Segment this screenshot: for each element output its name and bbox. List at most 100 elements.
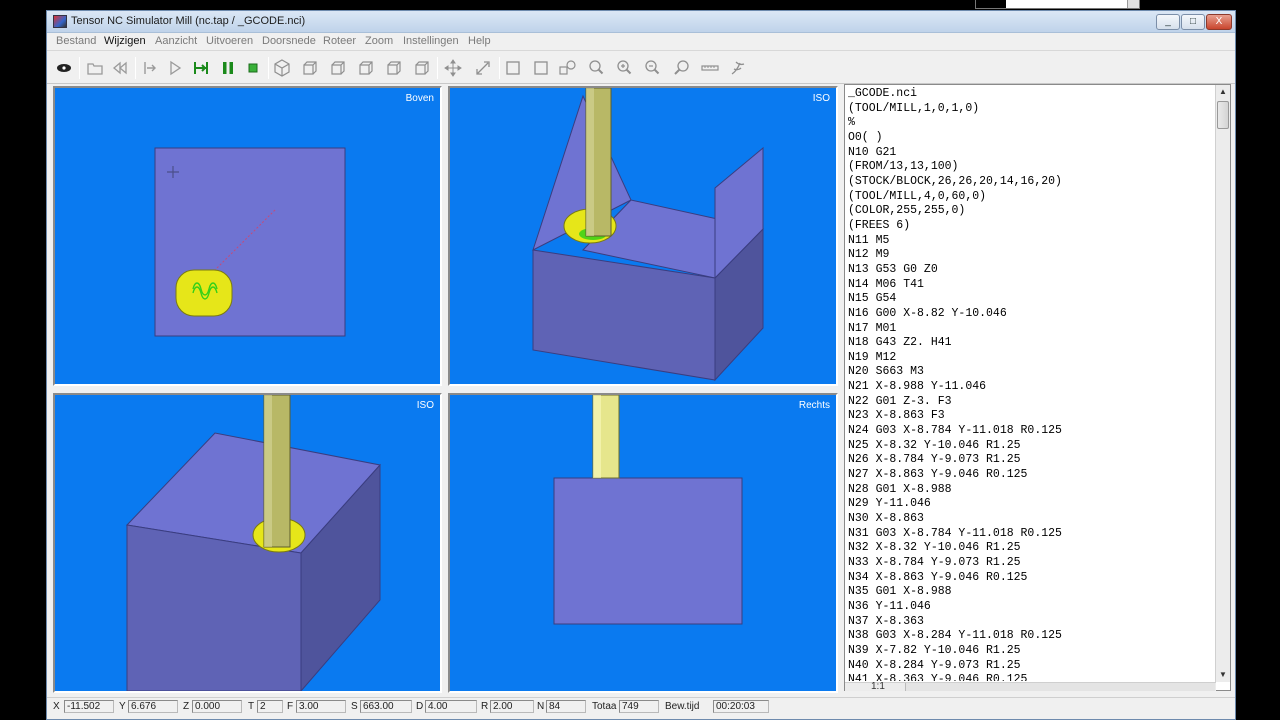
menu-doorsnede[interactable]: Doorsnede [262, 35, 316, 47]
gcode-listing[interactable]: _GCODE.nci (TOOL/MILL,1,0,1,0)% O0( ) N10 G… [848, 87, 1216, 681]
spindle-speed: 663.00 [360, 700, 412, 713]
x-coordinate: -11.502 [64, 700, 114, 713]
gcode-line[interactable]: N13 G53 G0 Z0 [848, 263, 1216, 278]
chevron-down-icon[interactable] [1127, 0, 1139, 8]
gcode-line[interactable]: N23 X-8.863 F3 [848, 409, 1216, 424]
gcode-line[interactable]: N12 M9 [848, 248, 1216, 263]
gcode-line[interactable]: N31 G03 X-8.784 Y-11.018 R0.125 [848, 527, 1216, 542]
menu-help[interactable]: Help [468, 35, 491, 47]
zoom-in-icon[interactable] [613, 57, 635, 79]
gcode-scrollbar[interactable]: ▲ ▼ [1215, 85, 1230, 682]
gcode-line[interactable]: N16 G00 X-8.82 Y-10.046 [848, 307, 1216, 322]
settings-icon[interactable] [727, 57, 749, 79]
measure-icon[interactable] [699, 57, 721, 79]
gcode-line[interactable]: N20 S663 M3 [848, 365, 1216, 380]
gcode-line[interactable]: N41 X-8.363 Y-9.046 R0.125 [848, 673, 1216, 681]
viewport-top[interactable]: Boven [53, 86, 442, 386]
zoom-fit-icon[interactable] [557, 57, 579, 79]
gcode-line[interactable]: N39 X-7.82 Y-10.046 R1.25 [848, 644, 1216, 659]
left-view-icon[interactable] [355, 57, 377, 79]
rewind-icon[interactable] [109, 57, 131, 79]
view-eye-icon[interactable] [53, 57, 75, 79]
gcode-line[interactable]: N15 G54 [848, 292, 1216, 307]
gcode-line[interactable]: (COLOR,255,255,0) [848, 204, 1216, 219]
external-combo-box[interactable] [975, 0, 1140, 9]
gcode-line[interactable]: N29 Y-11.046 [848, 497, 1216, 512]
viewport-label: ISO [416, 400, 434, 411]
scroll-up-icon[interactable]: ▲ [1216, 85, 1230, 99]
gcode-line[interactable]: O0( ) [848, 131, 1216, 146]
stop-icon[interactable] [242, 57, 264, 79]
menu-wijzigen[interactable]: Wijzigen [104, 35, 146, 47]
pocket-cut [175, 269, 233, 317]
minimize-button[interactable]: _ [1156, 14, 1180, 30]
gcode-line[interactable]: N40 X-8.284 Y-9.073 R1.25 [848, 659, 1216, 674]
gcode-line[interactable]: N38 G03 X-8.284 Y-11.018 R0.125 [848, 629, 1216, 644]
zoom-icon[interactable] [585, 57, 607, 79]
gcode-line[interactable]: N10 G21 [848, 146, 1216, 161]
gcode-line[interactable]: N27 X-8.863 Y-9.046 R0.125 [848, 468, 1216, 483]
gcode-line[interactable]: (TOOL/MILL,1,0,1,0) [848, 102, 1216, 117]
top-view-icon[interactable] [411, 57, 433, 79]
zoom-window-icon[interactable] [502, 57, 524, 79]
pause-icon[interactable] [217, 57, 239, 79]
gcode-line[interactable]: N35 G01 X-8.988 [848, 585, 1216, 600]
right-view-icon[interactable] [383, 57, 405, 79]
menu-zoom[interactable]: Zoom [365, 35, 393, 47]
step-icon[interactable] [190, 57, 212, 79]
gcode-line[interactable]: N37 X-8.363 [848, 615, 1216, 630]
viewport-right[interactable]: Rechts [448, 393, 838, 693]
tool-diameter: 4.00 [425, 700, 477, 713]
gcode-line[interactable]: N33 X-8.784 Y-9.073 R1.25 [848, 556, 1216, 571]
play-icon[interactable] [164, 57, 186, 79]
gcode-line[interactable]: % [848, 116, 1216, 131]
gcode-line[interactable]: N14 M06 T41 [848, 278, 1216, 293]
close-button[interactable]: X [1206, 14, 1232, 30]
gcode-line[interactable]: N28 G01 X-8.988 [848, 483, 1216, 498]
maximize-button[interactable]: □ [1181, 14, 1205, 30]
gcode-line[interactable]: N17 M01 [848, 322, 1216, 337]
gcode-line[interactable]: _GCODE.nci [848, 87, 1216, 102]
scroll-thumb[interactable] [1217, 101, 1229, 129]
gcode-line[interactable]: N19 M12 [848, 351, 1216, 366]
iso-view-icon[interactable] [271, 57, 293, 79]
gcode-line[interactable]: N34 X-8.863 Y-9.046 R0.125 [848, 571, 1216, 586]
menu-instellingen[interactable]: Instellingen [403, 35, 459, 47]
n-label: N [537, 701, 545, 712]
zoom-box-icon[interactable] [530, 57, 552, 79]
gcode-line[interactable]: N30 X-8.863 [848, 512, 1216, 527]
zoom-out-icon[interactable] [641, 57, 663, 79]
back-view-icon[interactable] [327, 57, 349, 79]
menu-uitvoeren[interactable]: Uitvoeren [206, 35, 253, 47]
viewport-label: ISO [812, 93, 830, 104]
gcode-line[interactable]: N11 M5 [848, 234, 1216, 249]
x-label: X [53, 701, 60, 712]
to-start-icon[interactable] [139, 57, 161, 79]
menu-aanzicht[interactable]: Aanzicht [155, 35, 197, 47]
gcode-line[interactable]: N36 Y-11.046 [848, 600, 1216, 615]
pan-icon[interactable] [442, 57, 464, 79]
move-icon[interactable] [472, 57, 494, 79]
scroll-down-icon[interactable]: ▼ [1216, 668, 1230, 682]
gcode-line[interactable]: (STOCK/BLOCK,26,26,20,14,16,20) [848, 175, 1216, 190]
gcode-line[interactable]: N18 G43 Z2. H41 [848, 336, 1216, 351]
r-label: R [481, 701, 489, 712]
gcode-line[interactable]: N25 X-8.32 Y-10.046 R1.25 [848, 439, 1216, 454]
gcode-line[interactable]: N32 X-8.32 Y-10.046 R1.25 [848, 541, 1216, 556]
horizontal-scrollbar[interactable] [905, 683, 1215, 691]
gcode-line[interactable]: N21 X-8.988 Y-11.046 [848, 380, 1216, 395]
viewport-iso-top[interactable]: ISO [448, 86, 838, 386]
gcode-line[interactable]: (TOOL/MILL,4,0,60,0) [848, 190, 1216, 205]
menu-bestand[interactable]: Bestand [56, 35, 96, 47]
gcode-line[interactable]: N24 G03 X-8.784 Y-11.018 R0.125 [848, 424, 1216, 439]
viewport-iso-bottom[interactable]: ISO [53, 393, 442, 693]
bewtijd-label: Bew.tijd [665, 701, 700, 712]
rotate-icon[interactable] [671, 57, 693, 79]
front-view-icon[interactable] [299, 57, 321, 79]
gcode-line[interactable]: (FREES 6) [848, 219, 1216, 234]
gcode-line[interactable]: N22 G01 Z-3. F3 [848, 395, 1216, 410]
open-file-icon[interactable] [84, 57, 106, 79]
gcode-line[interactable]: (FROM/13,13,100) [848, 160, 1216, 175]
gcode-line[interactable]: N26 X-8.784 Y-9.073 R1.25 [848, 453, 1216, 468]
menu-roteer[interactable]: Roteer [323, 35, 356, 47]
